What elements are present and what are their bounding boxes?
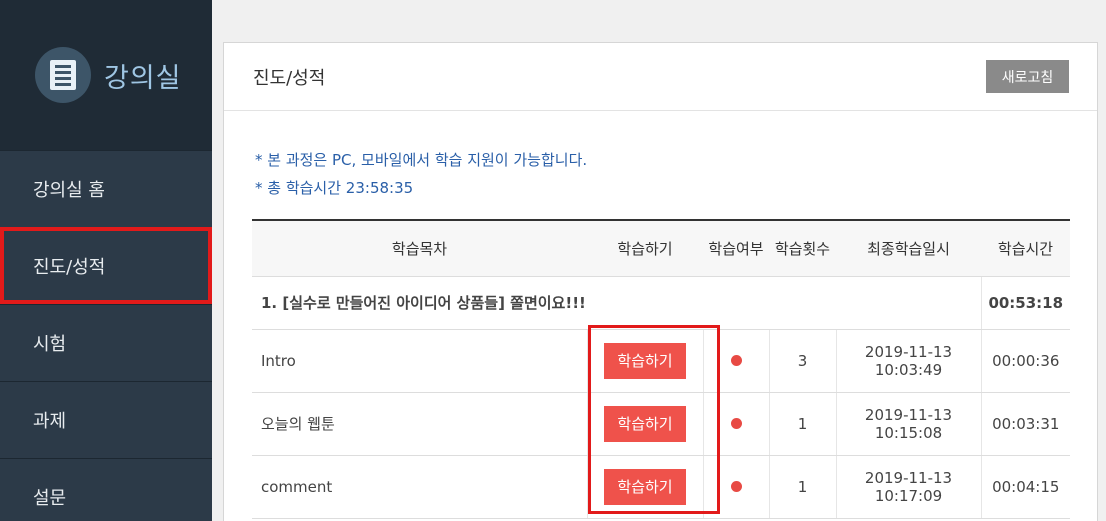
sidebar-item-home[interactable]: 강의실 홈: [0, 150, 212, 227]
note-total-time: * 총 학습시간 23:58:35: [255, 179, 414, 197]
sidebar-item-progress[interactable]: 진도/성적: [0, 227, 212, 304]
column-header: 학습횟수: [769, 219, 836, 277]
table-row: comment 학습하기 1 2019-11-13 10:17:09 00:04…: [252, 455, 1070, 519]
column-header: 학습목차: [252, 219, 587, 277]
table-header-row: 학습목차 학습하기 학습여부 학습횟수 최종학습일시 학습시간: [252, 219, 1070, 277]
study-button[interactable]: 학습하기: [604, 468, 686, 505]
brand-title: 강의실: [104, 62, 182, 94]
column-header: 학습하기: [587, 219, 703, 277]
page-title: 진도/성적: [253, 67, 326, 89]
status-dot-icon: [730, 417, 742, 429]
column-header: 학습여부: [703, 219, 769, 277]
chapter-row: 1. [실수로 만들어진 아이디어 상품들] 쫄면이요!!! 00:53:18: [252, 276, 1070, 330]
sidebar-item-exam[interactable]: 시험: [0, 304, 212, 381]
study-time: 00:00:36: [980, 329, 1070, 393]
lesson-title: 오늘의 웹툰: [252, 392, 587, 456]
last-studied: 2019-11-13 10:17:09: [835, 455, 981, 519]
status-dot-icon: [730, 480, 742, 492]
study-button[interactable]: 학습하기: [604, 405, 686, 442]
lesson-title: Intro: [252, 329, 587, 393]
study-time: 00:03:31: [980, 392, 1070, 456]
lesson-title: comment: [252, 455, 587, 519]
progress-card: 진도/성적 새로고침 * 본 과정은 PC, 모바일에서 학습 지원이 가능합니…: [223, 42, 1098, 521]
sidebar-item-assignment[interactable]: 과제: [0, 381, 212, 458]
last-studied: 2019-11-13 10:15:08: [835, 392, 981, 456]
table-row: Intro 학습하기 3 2019-11-13 10:03:49 00:00:3…: [252, 329, 1070, 393]
study-button[interactable]: 학습하기: [604, 342, 686, 379]
status-dot-icon: [730, 354, 742, 366]
note-platform: * 본 과정은 PC, 모바일에서 학습 지원이 가능합니다.: [255, 151, 588, 169]
last-studied: 2019-11-13 10:03:49: [835, 329, 981, 393]
chapter-time: 00:53:18: [980, 276, 1070, 330]
study-count: 3: [768, 329, 836, 393]
chapter-title: 1. [실수로 만들어진 아이디어 상품들] 쫄면이요!!!: [252, 276, 981, 330]
brand: 강의실: [0, 0, 212, 150]
study-time: 00:04:15: [980, 455, 1070, 519]
sidebar: 강의실 강의실 홈 진도/성적 시험 과제 설문: [0, 0, 212, 521]
column-header: 학습시간: [981, 219, 1070, 277]
column-header: 최종학습일시: [836, 219, 981, 277]
table-row: 오늘의 웹툰 학습하기 1 2019-11-13 10:15:08 00:03:…: [252, 392, 1070, 456]
study-count: 1: [768, 392, 836, 456]
card-header: 진도/성적 새로고침: [224, 43, 1097, 111]
refresh-button[interactable]: 새로고침: [986, 60, 1069, 93]
study-count: 1: [768, 455, 836, 519]
sidebar-item-survey[interactable]: 설문: [0, 458, 212, 521]
progress-table: 학습목차 학습하기 학습여부 학습횟수 최종학습일시 학습시간 1. [실수로 …: [252, 219, 1070, 519]
document-list-icon: [35, 47, 91, 103]
notes: * 본 과정은 PC, 모바일에서 학습 지원이 가능합니다. * 총 학습시간…: [224, 111, 1097, 202]
